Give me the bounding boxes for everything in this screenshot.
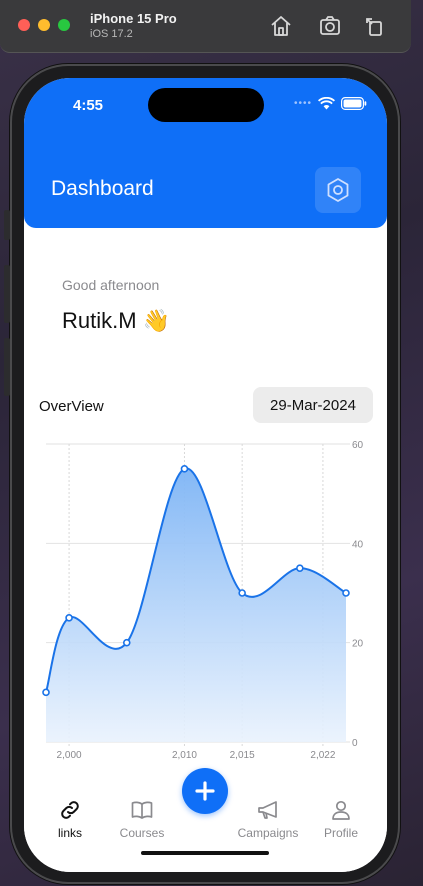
link-icon [61,801,79,819]
close-window-button[interactable] [18,19,30,31]
home-icon[interactable] [269,14,293,38]
tab-label: Campaigns [237,826,299,840]
screenshot-icon[interactable] [318,14,342,38]
wifi-icon [318,97,335,110]
page-title: Dashboard [51,177,154,200]
tab-label: links [57,826,82,840]
hexagon-settings-icon [327,178,349,202]
date-picker-button[interactable]: 29-Mar-2024 [253,387,373,423]
app-screen: 4:55 •••• Dashboard Good afternoon Rutik… [24,78,387,872]
x-tick-label: 2,010 [172,750,197,761]
home-indicator [141,851,269,855]
simulator-title-bar: iPhone 15 Pro iOS 17.2 [0,0,411,53]
megaphone-icon [258,801,277,819]
data-point [122,638,131,647]
dashboard-header: 4:55 •••• Dashboard [24,78,387,228]
data-point [42,688,50,697]
data-point [238,589,246,597]
status-icons: •••• [294,97,367,110]
x-tick-label: 2,000 [57,750,82,761]
dynamic-island [148,88,264,122]
tab-campaigns[interactable]: Campaigns [236,798,300,840]
tab-links[interactable]: links [38,798,102,840]
data-point [342,589,350,597]
overview-area-chart: 0 20 40 60 2,000 2,010 2,015 2,022 [42,440,364,761]
data-point [180,465,189,473]
plus-icon [195,781,215,801]
greeting-text: Good afternoon [62,277,160,293]
minimize-window-button[interactable] [38,19,50,31]
y-tick-label: 40 [352,539,364,550]
tab-label: Courses [119,826,165,840]
volume-up-button [4,265,10,323]
volume-down-button [4,338,10,396]
data-point [296,564,304,572]
status-time: 4:55 [73,97,104,114]
rotate-icon[interactable] [363,14,387,38]
action-button [4,210,10,240]
zoom-window-button[interactable] [58,19,70,31]
os-version: iOS 17.2 [90,28,133,40]
x-tick-label: 2,022 [310,750,335,761]
y-tick-label: 20 [352,639,364,650]
tab-courses[interactable]: Courses [110,798,174,840]
add-button[interactable] [182,768,228,814]
y-tick-label: 0 [352,738,358,749]
user-name: Rutik.M 👋 [62,308,171,333]
area-fill [46,468,346,742]
battery-icon [341,97,367,110]
book-icon [131,801,153,819]
overview-label: OverView [39,398,104,415]
device-name: iPhone 15 Pro [90,11,177,26]
settings-button[interactable] [315,167,361,213]
person-icon [332,800,350,820]
tab-profile[interactable]: Profile [309,798,373,840]
data-point [65,614,73,622]
bottom-tab-bar: links Courses Campaigns Profile [24,768,387,872]
x-tick-label: 2,015 [230,750,255,761]
cellular-icon: •••• [293,98,312,109]
y-tick-label: 60 [352,440,364,451]
tab-label: Profile [323,826,358,840]
